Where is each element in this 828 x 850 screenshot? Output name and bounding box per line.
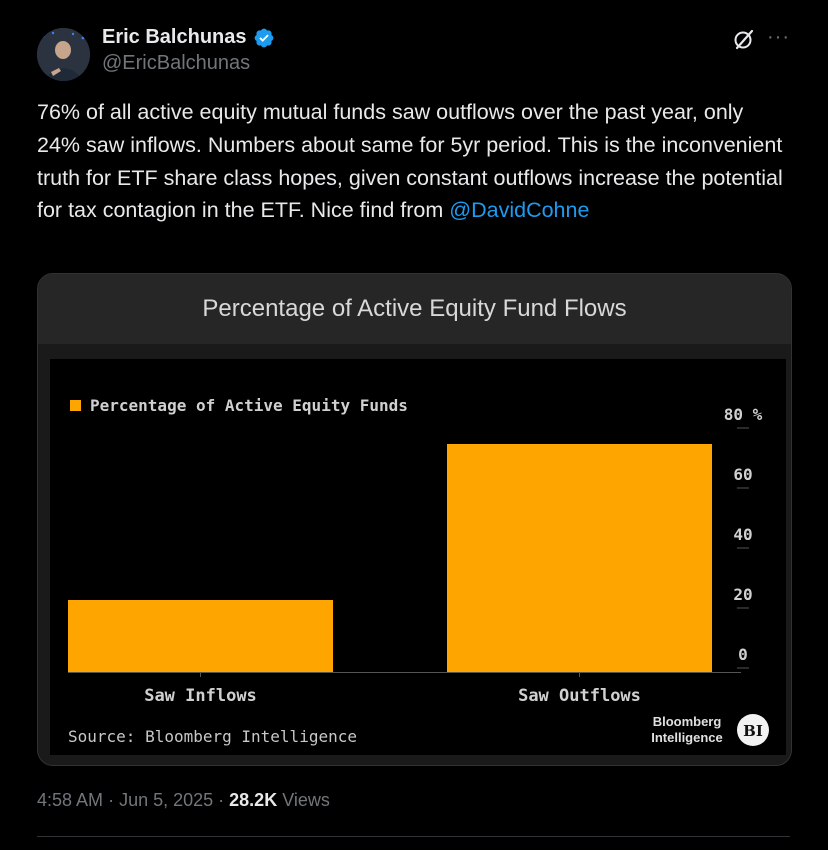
bar-saw-inflows — [68, 600, 333, 672]
tweet-date[interactable]: Jun 5, 2025 — [119, 790, 213, 810]
legend-label: Percentage of Active Equity Funds — [90, 396, 408, 415]
meta-separator: · — [218, 790, 230, 810]
bar-saw-outflows — [447, 444, 712, 672]
y-tick-label: 20 — [733, 585, 752, 604]
tweet-body: 76% of all active equity mutual funds sa… — [37, 100, 789, 223]
brand-badge-text: BI — [743, 722, 763, 740]
x-tick-label: Saw Outflows — [518, 686, 641, 706]
x-tick-label: Saw Inflows — [144, 686, 257, 706]
tweet-time[interactable]: 4:58 AM — [37, 790, 103, 810]
tweet-meta: 4:58 AM · Jun 5, 2025 · 28.2K Views — [37, 790, 330, 811]
y-tick-label: 40 — [733, 525, 752, 544]
y-tick-label: 80 % — [724, 405, 763, 424]
chart-source: Source: Bloomberg Intelligence — [68, 727, 357, 746]
verified-badge-icon — [254, 28, 273, 47]
mention-link[interactable]: @DavidCohne — [449, 198, 589, 222]
brand-line-1: Bloomberg — [653, 714, 722, 729]
y-tick-label: 0 — [738, 645, 748, 664]
views-label: Views — [282, 790, 330, 810]
tweet-text: 76% of all active equity mutual funds sa… — [37, 96, 789, 227]
brand-line-2: Intelligence — [651, 730, 723, 745]
author-name-row: Eric Balchunas — [102, 26, 275, 49]
more-options-icon[interactable]: ··· — [767, 26, 790, 49]
chart-image-card[interactable]: Percentage of Active Equity Fund Flows P… — [37, 273, 792, 766]
author-avatar[interactable] — [37, 28, 90, 81]
grok-icon[interactable] — [732, 27, 756, 51]
meta-separator: · — [108, 790, 120, 810]
views-count: 28.2K — [229, 790, 278, 810]
bar-chart: Percentage of Active Equity Funds Saw Inf… — [50, 359, 786, 755]
author-name[interactable]: Eric Balchunas — [102, 26, 247, 49]
divider — [37, 836, 790, 837]
y-tick-label: 60 — [733, 465, 752, 484]
author-handle[interactable]: @EricBalchunas — [102, 52, 250, 75]
legend-swatch — [70, 400, 81, 411]
